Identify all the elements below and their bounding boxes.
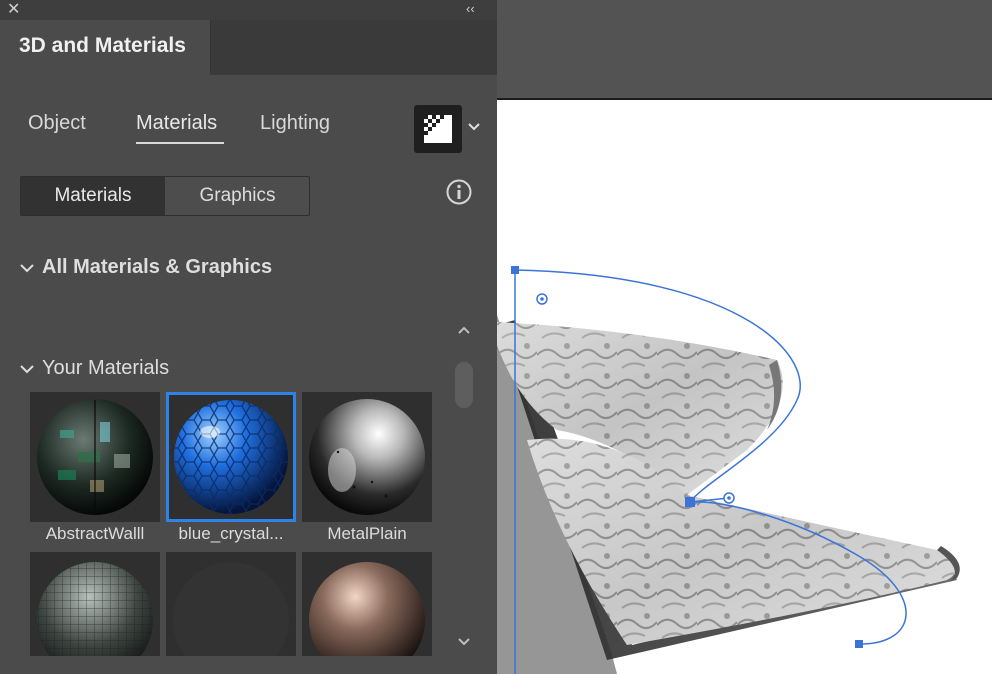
active-tab-indicator (136, 142, 224, 144)
render-preview-button[interactable] (414, 105, 462, 153)
chevron-down-icon[interactable] (456, 634, 472, 650)
anchor-point-start[interactable] (511, 266, 519, 274)
section-yours-label: Your Materials (42, 357, 170, 379)
tab-lighting[interactable]: Lighting (260, 112, 330, 135)
grid-metal-sphere-icon (37, 562, 153, 674)
chevron-up-icon[interactable] (456, 322, 472, 338)
segment-materials[interactable]: Materials (21, 177, 165, 215)
copper-sphere-icon (309, 562, 425, 674)
material-label-metalplain: MetalPlain (327, 524, 407, 543)
3d-object-preview[interactable] (497, 100, 992, 674)
materials-graphics-toggle: Materials Graphics (20, 176, 310, 216)
abstract-wall-sphere-icon (37, 399, 153, 515)
panel-title: 3D and Materials (19, 34, 186, 57)
materials-scrollbar[interactable] (452, 318, 476, 656)
segment-graphics[interactable]: Graphics (166, 177, 309, 215)
artboard[interactable] (497, 100, 992, 674)
panel-tab-3d-and-materials[interactable]: 3D and Materials (0, 20, 211, 75)
anchor-point-end[interactable] (855, 640, 863, 648)
section-your-materials[interactable]: Your Materials (18, 357, 169, 380)
material-thumb-row2-3[interactable] (302, 552, 432, 674)
material-label-abstractwalll: AbstractWalll (45, 524, 145, 543)
material-thumb-blue-crystal[interactable] (166, 392, 296, 522)
anchor-point-mid[interactable] (685, 497, 695, 507)
canvas-pasteboard (497, 0, 992, 98)
render-preview-icon (424, 115, 452, 143)
tab-materials[interactable]: Materials (136, 112, 217, 135)
chevron-down-icon[interactable] (466, 118, 484, 138)
section-all-label: All Materials & Graphics (42, 256, 273, 278)
material-thumb-metalplain[interactable] (302, 392, 432, 522)
material-thumb-row2-2[interactable] (166, 552, 296, 674)
chevron-down-icon (20, 364, 34, 373)
info-icon[interactable] (446, 179, 472, 205)
material-label-blue-crystal: blue_crystal... (178, 524, 284, 543)
scroll-thumb[interactable] (455, 362, 473, 408)
material-thumb-abstractwalll[interactable] (30, 392, 160, 522)
chevron-down-icon (20, 263, 34, 272)
blue-crystal-sphere-icon (174, 400, 288, 514)
panel-tab-strip: 3D and Materials (0, 20, 497, 75)
material-thumb-row2-1[interactable] (30, 552, 160, 674)
3d-materials-panel: ✕ ‹‹ 3D and Materials Object Materials L… (0, 0, 497, 674)
metal-plain-sphere-icon (309, 399, 425, 515)
section-all-materials-graphics[interactable]: All Materials & Graphics (18, 256, 272, 279)
tab-object[interactable]: Object (28, 112, 86, 135)
panel-title-bar: ✕ ‹‹ (0, 0, 497, 20)
dark-material-sphere-icon (173, 562, 289, 674)
collapse-panel-icon[interactable]: ‹‹ (466, 2, 486, 16)
close-icon[interactable]: ✕ (7, 2, 25, 18)
